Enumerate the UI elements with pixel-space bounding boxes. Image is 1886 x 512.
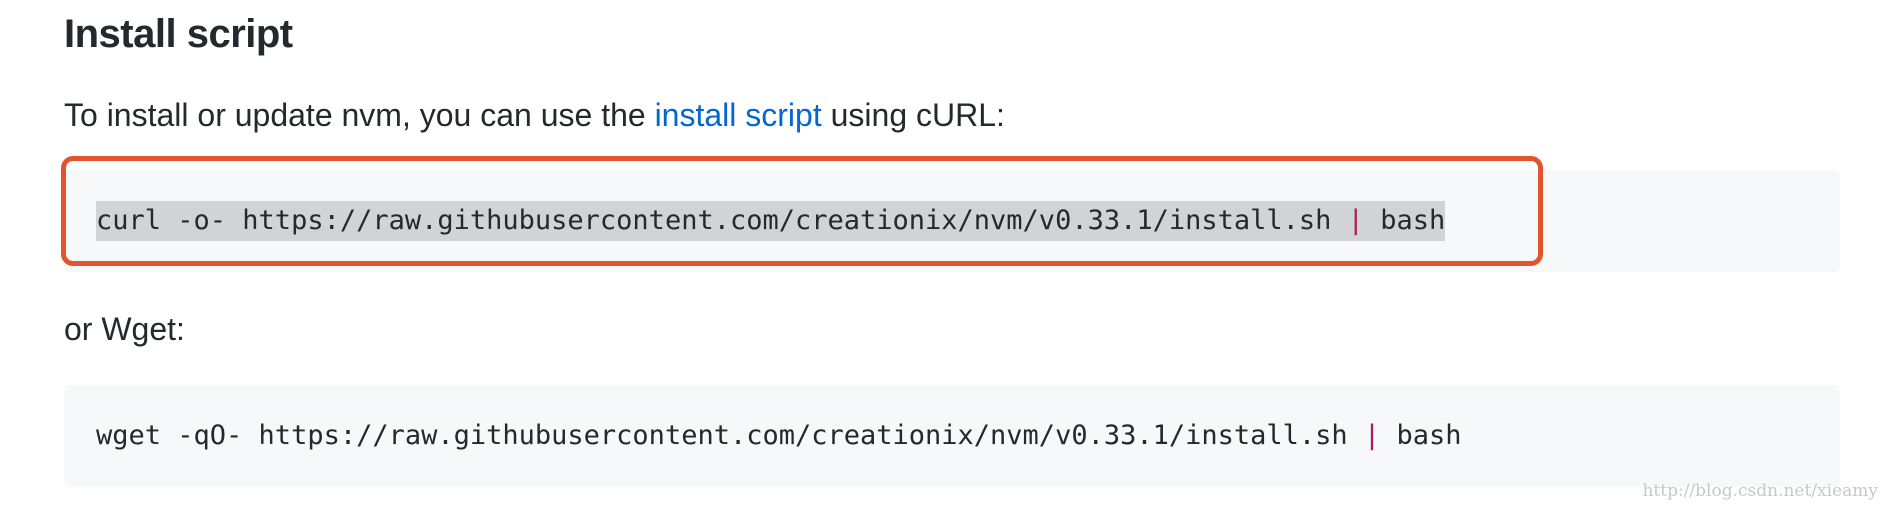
curl-pipe-operator: | [1347, 205, 1364, 236]
curl-intro-before: To install or update nvm, you can use th… [64, 97, 655, 133]
section-heading: Install script [64, 12, 293, 56]
wget-code-block[interactable]: wget -qO- https://raw.githubusercontent.… [64, 385, 1840, 487]
curl-command-tail: bash [1363, 205, 1446, 236]
install-script-link[interactable]: install script [655, 97, 822, 133]
wget-command-line[interactable]: wget -qO- https://raw.githubusercontent.… [96, 416, 1461, 456]
wget-intro-text: or Wget: [64, 311, 185, 347]
curl-code-block[interactable]: curl -o- https://raw.githubusercontent.c… [64, 170, 1840, 272]
curl-intro-text: To install or update nvm, you can use th… [64, 95, 1005, 135]
wget-pipe-operator: | [1363, 420, 1381, 451]
curl-command-text: curl -o- https://raw.githubusercontent.c… [96, 205, 1348, 236]
watermark: http://blog.csdn.net/xieamy [1642, 481, 1878, 501]
wget-command-tail: bash [1380, 420, 1462, 451]
curl-intro-after: using cURL: [821, 97, 1005, 133]
wget-command-text: wget -qO- https://raw.githubusercontent.… [96, 420, 1364, 451]
curl-command-line[interactable]: curl -o- https://raw.githubusercontent.c… [96, 201, 1446, 241]
